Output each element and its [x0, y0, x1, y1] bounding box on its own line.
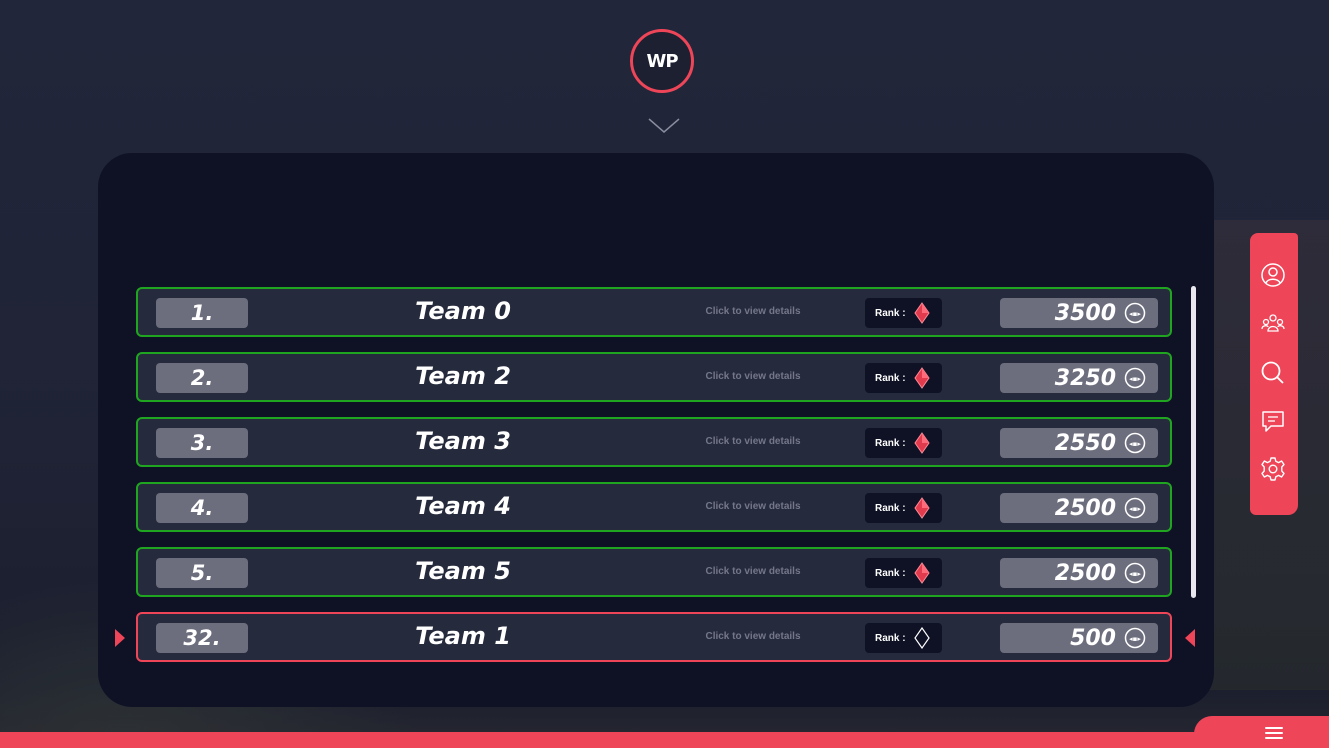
teams-icon[interactable] — [1260, 311, 1286, 337]
rank-badge: Rank : — [865, 298, 942, 328]
team-name: Team 3 — [415, 427, 511, 455]
view-details-link[interactable]: Click to view details — [698, 306, 808, 317]
leaderboard-row[interactable]: 5. Team 5 Click to view details Rank : 2… — [136, 547, 1172, 597]
rank-label: Rank : — [875, 437, 906, 449]
team-name: Team 1 — [415, 622, 511, 650]
red-diamond-icon — [913, 367, 930, 389]
rank-badge: Rank : — [865, 363, 942, 393]
rank-badge: Rank : — [865, 623, 942, 653]
chevron-down-icon[interactable] — [647, 117, 681, 135]
bottom-right-tab — [1194, 716, 1329, 748]
leaderboard-row[interactable]: 2. Team 2 Click to view details Rank : 3… — [136, 352, 1172, 402]
current-team-marker-right-icon — [1185, 629, 1195, 647]
points-box: 2550 ◂▪▸ — [1000, 428, 1158, 458]
rank-badge: Rank : — [865, 558, 942, 588]
rank-badge: Rank : — [865, 493, 942, 523]
view-details-link[interactable]: Click to view details — [698, 631, 808, 642]
red-diamond-icon — [913, 432, 930, 454]
hamburger-menu-icon[interactable] — [1265, 724, 1283, 739]
position-badge: 1. — [156, 298, 248, 328]
position-badge: 3. — [156, 428, 248, 458]
coin-icon: ◂▪▸ — [1124, 627, 1146, 649]
coin-icon: ◂▪▸ — [1124, 432, 1146, 454]
leaderboard-row[interactable]: 3. Team 3 Click to view details Rank : 2… — [136, 417, 1172, 467]
current-team-row[interactable]: 32. Team 1 Click to view details Rank : … — [136, 612, 1172, 662]
svg-text:◂▪▸: ◂▪▸ — [1129, 375, 1141, 383]
points-box: 2500 ◂▪▸ — [1000, 493, 1158, 523]
rank-label: Rank : — [875, 372, 906, 384]
team-name: Team 5 — [415, 557, 511, 585]
svg-text:◂▪▸: ◂▪▸ — [1129, 440, 1141, 448]
points-value: 2500 — [1054, 560, 1116, 586]
leaderboard-row[interactable]: 4. Team 4 Click to view details Rank : 2… — [136, 482, 1172, 532]
rank-badge: Rank : — [865, 428, 942, 458]
rank-label: Rank : — [875, 502, 906, 514]
current-team-marker-left-icon — [115, 629, 125, 647]
coin-icon: ◂▪▸ — [1124, 367, 1146, 389]
coin-icon: ◂▪▸ — [1124, 562, 1146, 584]
team-name: Team 0 — [415, 297, 511, 325]
red-diamond-icon — [913, 497, 930, 519]
points-value: 500 — [1070, 625, 1116, 651]
leaderboard-row[interactable]: 1. Team 0 Click to view details Rank : 3… — [136, 287, 1172, 337]
view-details-link[interactable]: Click to view details — [698, 501, 808, 512]
points-box: 2500 ◂▪▸ — [1000, 558, 1158, 588]
search-icon[interactable] — [1260, 360, 1286, 386]
svg-text:◂▪▸: ◂▪▸ — [1129, 505, 1141, 513]
points-value: 3250 — [1054, 365, 1116, 391]
points-value: 2550 — [1054, 430, 1116, 456]
position-badge: 4. — [156, 493, 248, 523]
scrollbar[interactable] — [1191, 286, 1196, 598]
team-name: Team 4 — [415, 492, 511, 520]
view-details-link[interactable]: Click to view details — [698, 371, 808, 382]
svg-text:◂▪▸: ◂▪▸ — [1129, 570, 1141, 578]
position-badge: 32. — [156, 623, 248, 653]
rank-label: Rank : — [875, 307, 906, 319]
coin-icon: ◂▪▸ — [1124, 302, 1146, 324]
red-diamond-icon — [913, 302, 930, 324]
position-badge: 2. — [156, 363, 248, 393]
points-box: 3500 ◂▪▸ — [1000, 298, 1158, 328]
bottom-accent-bar — [0, 732, 1329, 748]
settings-icon[interactable] — [1260, 456, 1286, 482]
rank-label: Rank : — [875, 567, 906, 579]
position-badge: 5. — [156, 558, 248, 588]
app-logo[interactable]: WP — [630, 29, 694, 93]
side-menu — [1250, 233, 1298, 515]
red-diamond-icon — [913, 562, 930, 584]
team-name: Team 2 — [415, 362, 511, 390]
view-details-link[interactable]: Click to view details — [698, 436, 808, 447]
outline-diamond-icon — [913, 627, 930, 649]
points-box: 3250 ◂▪▸ — [1000, 363, 1158, 393]
profile-icon[interactable] — [1260, 262, 1286, 288]
view-details-link[interactable]: Click to view details — [698, 566, 808, 577]
coin-icon: ◂▪▸ — [1124, 497, 1146, 519]
rank-label: Rank : — [875, 632, 906, 644]
svg-text:◂▪▸: ◂▪▸ — [1129, 310, 1141, 318]
points-value: 3500 — [1054, 300, 1116, 326]
chat-icon[interactable] — [1260, 408, 1286, 434]
points-value: 2500 — [1054, 495, 1116, 521]
points-box: 500 ◂▪▸ — [1000, 623, 1158, 653]
svg-text:◂▪▸: ◂▪▸ — [1129, 635, 1141, 643]
